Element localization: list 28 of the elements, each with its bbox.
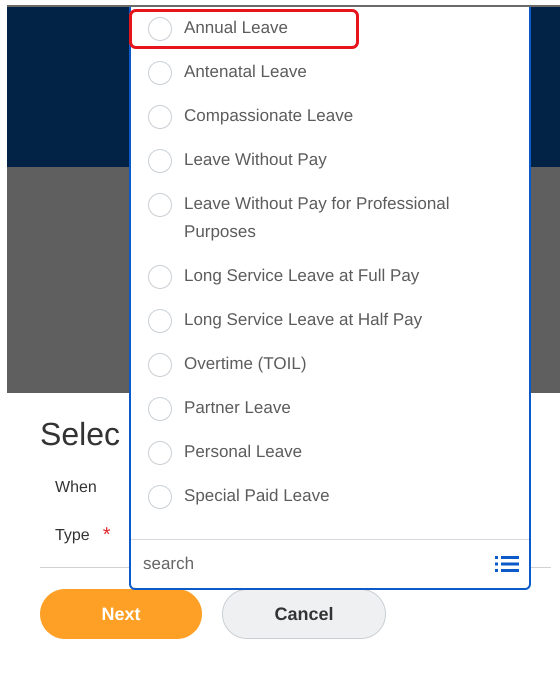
option-item[interactable]: Long Service Leave at Half Pay [131, 299, 529, 343]
list-icon[interactable] [495, 555, 519, 573]
radio-button[interactable] [148, 149, 172, 173]
radio-button[interactable] [148, 61, 172, 85]
option-item[interactable]: Long Service Leave at Full Pay [131, 255, 529, 299]
option-item[interactable]: Leave Without Pay for Professional Purposes [131, 183, 529, 255]
required-mark: * [102, 524, 110, 547]
radio-button[interactable] [148, 17, 172, 41]
radio-button[interactable] [148, 193, 172, 217]
radio-button[interactable] [148, 265, 172, 289]
radio-button[interactable] [148, 353, 172, 377]
radio-button[interactable] [148, 485, 172, 509]
option-item[interactable]: Antenatal Leave [131, 51, 529, 95]
radio-button[interactable] [148, 397, 172, 421]
field-label: Type [55, 526, 90, 544]
radio-button[interactable] [148, 105, 172, 129]
option-item[interactable]: Annual Leave [131, 7, 529, 51]
cancel-button[interactable]: Cancel [222, 589, 386, 639]
option-item[interactable]: Leave Without Pay [131, 139, 529, 183]
option-item[interactable]: Personal Leave [131, 431, 529, 475]
radio-button[interactable] [148, 309, 172, 333]
option-item[interactable]: Overtime (TOIL) [131, 343, 529, 387]
option-item[interactable]: Compassionate Leave [131, 95, 529, 139]
field-label: When [55, 478, 97, 496]
radio-button[interactable] [148, 441, 172, 465]
page-heading: Selec [40, 416, 120, 452]
option-item[interactable]: Special Paid Leave [131, 475, 529, 519]
option-item[interactable]: Partner Leave [131, 387, 529, 431]
